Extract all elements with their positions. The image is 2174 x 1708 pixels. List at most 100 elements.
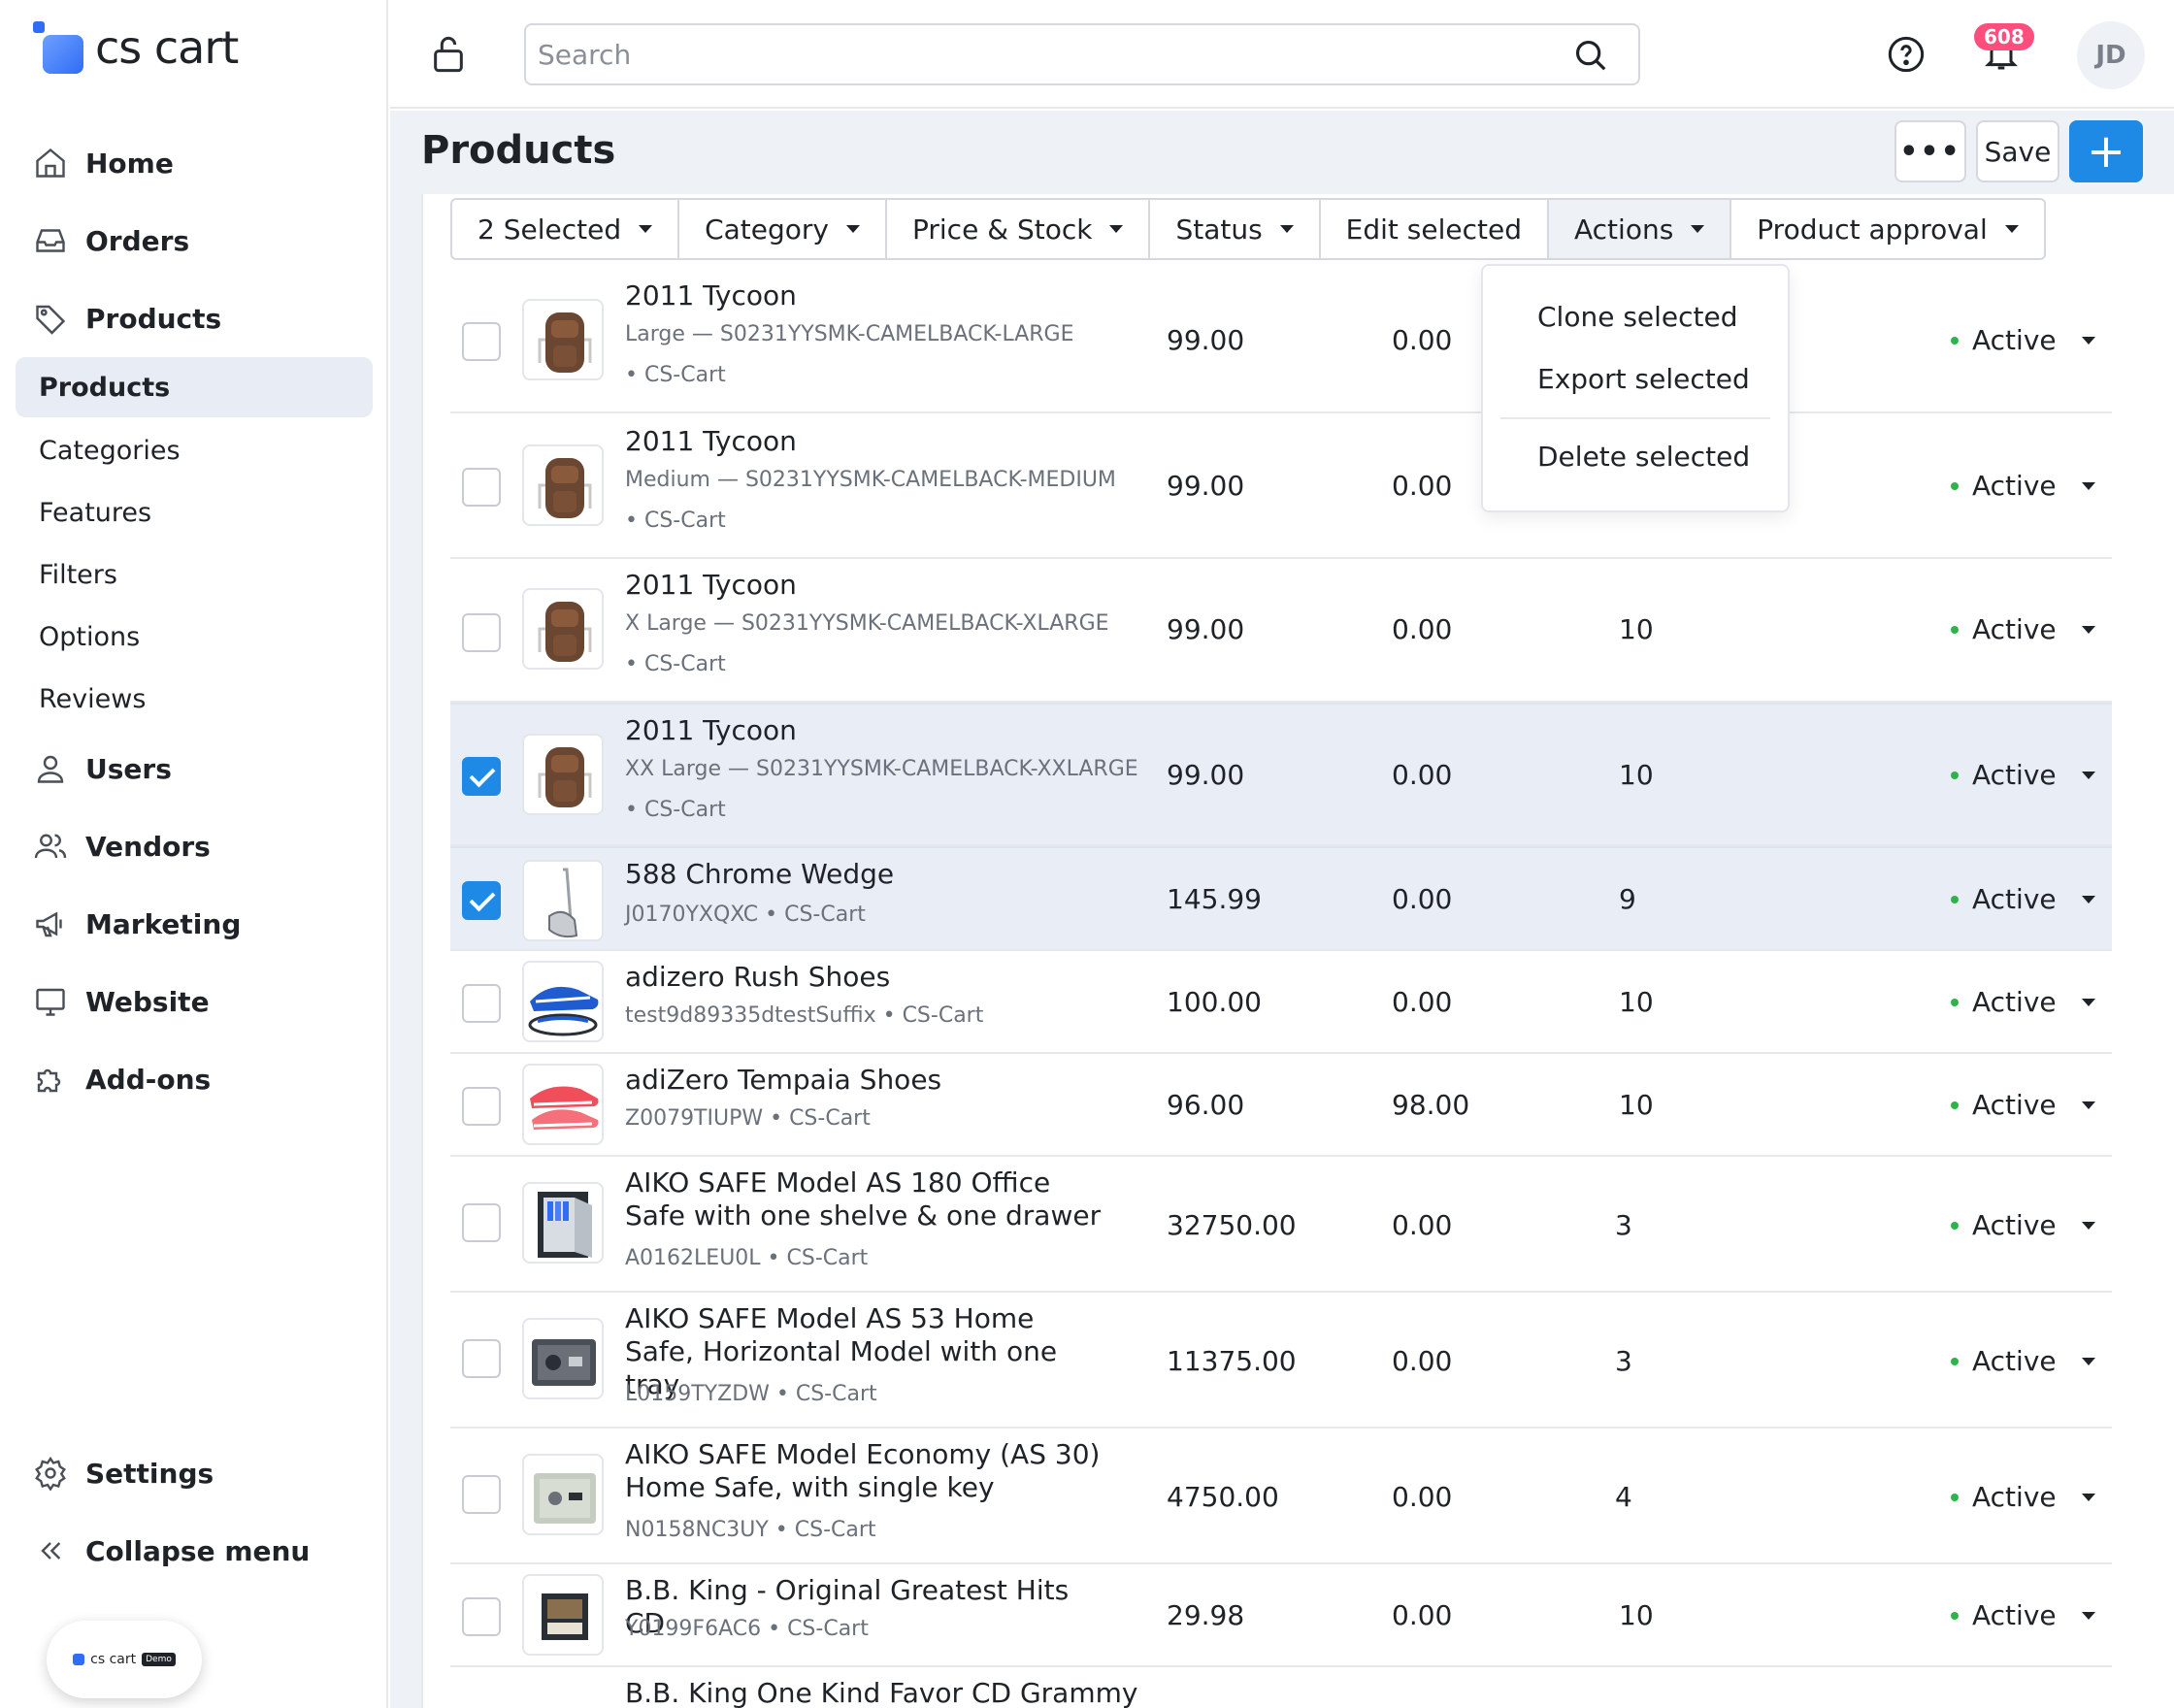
sidebar-item-settings[interactable]: Settings [31, 1444, 371, 1502]
product-list-price[interactable]: 0.00 [1392, 883, 1452, 915]
edit-selected-button[interactable]: Edit selected [1321, 200, 1549, 258]
product-thumbnail[interactable] [522, 1064, 604, 1145]
product-price[interactable]: 99.00 [1167, 324, 1244, 356]
table-row[interactable]: AIKO SAFE Model AS 180 Office Safe with … [450, 1157, 2112, 1293]
selected-count-dropdown[interactable]: 2 Selected [452, 200, 680, 258]
product-thumbnail[interactable] [522, 1318, 604, 1399]
status-dropdown[interactable]: Active [1951, 1089, 2095, 1121]
product-price[interactable]: 11375.00 [1167, 1345, 1297, 1377]
product-list-price[interactable]: 98.00 [1392, 1089, 1469, 1121]
product-list-price[interactable]: 0.00 [1392, 1481, 1452, 1513]
table-row[interactable]: AIKO SAFE Model AS 53 Home Safe, Horizon… [450, 1293, 2112, 1429]
product-price[interactable]: 99.00 [1167, 470, 1244, 502]
product-quantity[interactable]: 3 [1615, 1345, 1632, 1377]
product-thumbnail[interactable] [522, 444, 604, 526]
product-quantity[interactable]: 10 [1619, 1089, 1654, 1121]
product-name[interactable]: AIKO SAFE Model Economy (AS 30) Home Saf… [625, 1438, 1110, 1504]
sidebar-item-vendors[interactable]: Vendors [31, 817, 371, 875]
add-product-button[interactable]: + [2069, 120, 2143, 182]
row-checkbox[interactable] [462, 468, 501, 507]
product-name[interactable]: adiZero Tempaia Shoes [625, 1064, 1110, 1097]
avatar[interactable]: JD [2077, 21, 2145, 89]
sidebar-subitem-reviews[interactable]: Reviews [16, 669, 373, 729]
product-price[interactable]: 29.98 [1167, 1599, 1244, 1631]
collapse-menu-button[interactable]: Collapse menu [31, 1522, 371, 1580]
table-row[interactable]: 2011 Tycoon Medium — S0231YYSMK-CAMELBAC… [450, 413, 2112, 559]
product-list-price[interactable]: 0.00 [1392, 1345, 1452, 1377]
status-dropdown[interactable]: Active [1951, 1481, 2095, 1513]
table-row[interactable]: 2011 Tycoon Large — S0231YYSMK-CAMELBACK… [450, 268, 2112, 413]
product-name[interactable]: 2011 Tycoon [625, 569, 1110, 602]
sidebar-subitem-filters[interactable]: Filters [16, 544, 373, 605]
clone-selected-menu-item[interactable]: Clone selected [1537, 301, 1738, 333]
product-name[interactable]: adizero Rush Shoes [625, 961, 1110, 994]
product-thumbnail[interactable] [522, 1454, 604, 1535]
table-row[interactable]: AIKO SAFE Model Economy (AS 30) Home Saf… [450, 1429, 2112, 1564]
product-list-price[interactable]: 0.00 [1392, 759, 1452, 791]
product-name[interactable]: B.B. King One Kind Favor CD Grammy [625, 1677, 1304, 1708]
sidebar-item-add-ons[interactable]: Add-ons [31, 1050, 371, 1108]
product-quantity[interactable]: 10 [1619, 613, 1654, 645]
product-list-price[interactable]: 0.00 [1392, 1599, 1452, 1631]
row-checkbox[interactable] [462, 757, 501, 796]
sidebar-subitem-products[interactable]: Products [16, 357, 373, 417]
status-dropdown[interactable]: Active [1951, 470, 2095, 502]
delete-selected-menu-item[interactable]: Delete selected [1537, 441, 1750, 473]
price-stock-dropdown[interactable]: Price & Stock [887, 200, 1151, 258]
export-selected-menu-item[interactable]: Export selected [1537, 363, 1750, 395]
table-row[interactable]: 2011 Tycoon X Large — S0231YYSMK-CAMELBA… [450, 559, 2112, 703]
sidebar-item-website[interactable]: Website [31, 972, 371, 1031]
actions-dropdown[interactable]: Actions [1549, 200, 1732, 258]
status-dropdown[interactable]: Active [1951, 759, 2095, 791]
product-quantity[interactable]: 4 [1615, 1481, 1632, 1513]
help-icon[interactable] [1887, 35, 1926, 78]
status-dropdown[interactable]: Active [1951, 613, 2095, 645]
product-list-price[interactable]: 0.00 [1392, 324, 1452, 356]
product-price[interactable]: 96.00 [1167, 1089, 1244, 1121]
status-dropdown[interactable]: Active [1951, 1345, 2095, 1377]
table-row[interactable]: adizero Rush Shoes test9d89335dtestSuffi… [450, 951, 2112, 1054]
sidebar-item-products[interactable]: Products [31, 289, 371, 347]
product-quantity[interactable]: 10 [1619, 1599, 1654, 1631]
status-dropdown[interactable]: Status [1150, 200, 1321, 258]
row-checkbox[interactable] [462, 1597, 501, 1636]
table-row[interactable]: adiZero Tempaia Shoes Z0079TIUPW • CS-Ca… [450, 1054, 2112, 1157]
row-checkbox[interactable] [462, 881, 501, 920]
product-quantity[interactable]: 3 [1615, 1209, 1632, 1241]
product-price[interactable]: 100.00 [1167, 986, 1262, 1018]
product-name[interactable]: 588 Chrome Wedge [625, 858, 1110, 891]
product-thumbnail[interactable] [522, 734, 604, 815]
product-quantity[interactable]: 10 [1619, 759, 1654, 791]
sidebar-subitem-features[interactable]: Features [16, 482, 373, 542]
product-name[interactable]: AIKO SAFE Model AS 180 Office Safe with … [625, 1166, 1110, 1232]
product-thumbnail[interactable] [522, 1182, 604, 1264]
status-dropdown[interactable]: Active [1951, 324, 2095, 356]
status-dropdown[interactable]: Active [1951, 986, 2095, 1018]
table-row[interactable]: B.B. King - Original Greatest Hits CD Y0… [450, 1564, 2112, 1667]
product-price[interactable]: 32750.00 [1167, 1209, 1297, 1241]
product-thumbnail[interactable] [522, 588, 604, 670]
row-checkbox[interactable] [462, 1203, 501, 1242]
product-quantity[interactable]: 10 [1619, 986, 1654, 1018]
product-list-price[interactable]: 0.00 [1392, 613, 1452, 645]
product-thumbnail[interactable] [522, 860, 604, 941]
row-checkbox[interactable] [462, 984, 501, 1023]
sidebar-item-orders[interactable]: Orders [31, 212, 371, 270]
row-checkbox[interactable] [462, 1475, 501, 1514]
product-name[interactable]: 2011 Tycoon [625, 714, 1110, 747]
demo-badge[interactable]: cs cart Demo [47, 1621, 202, 1698]
product-price[interactable]: 99.00 [1167, 613, 1244, 645]
search-icon[interactable] [1572, 37, 1609, 78]
more-actions-button[interactable]: ••• [1894, 120, 1966, 182]
row-checkbox[interactable] [462, 322, 501, 361]
lock-icon[interactable] [429, 33, 468, 80]
product-price[interactable]: 145.99 [1167, 883, 1262, 915]
row-checkbox[interactable] [462, 1087, 501, 1126]
status-dropdown[interactable]: Active [1951, 883, 2095, 915]
product-thumbnail[interactable] [522, 961, 604, 1042]
row-checkbox[interactable] [462, 1339, 501, 1378]
brand-logo[interactable]: cs cart [33, 21, 239, 74]
product-price[interactable]: 4750.00 [1167, 1481, 1279, 1513]
row-checkbox[interactable] [462, 613, 501, 652]
product-name[interactable]: 2011 Tycoon [625, 425, 1110, 458]
